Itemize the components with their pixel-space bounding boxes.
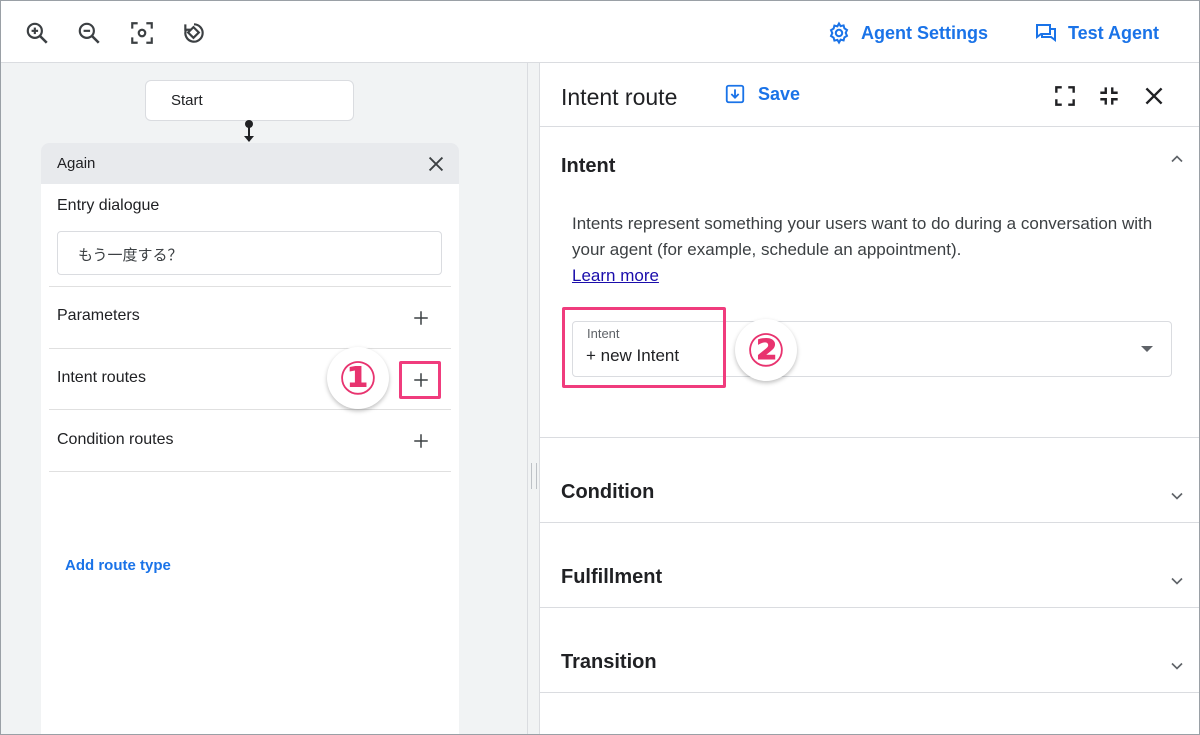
intent-description: Intents represent something your users w… [572,211,1182,289]
expand-icon[interactable] [1052,83,1078,109]
test-agent-button[interactable]: Test Agent [1034,19,1159,47]
chevron-down-icon[interactable] [1167,486,1187,506]
chevron-up-icon[interactable] [1167,149,1187,169]
panel-title: Intent route [561,84,678,110]
intent-description-text: Intents represent something your users w… [572,214,1153,259]
entry-dialogue-label: Entry dialogue [57,197,160,214]
zoom-out-icon[interactable] [73,17,105,49]
chat-icon [1036,24,1056,42]
add-route-type-link[interactable]: Add route type [65,557,171,574]
close-icon[interactable] [1141,83,1167,109]
step-1-badge: ① [327,347,389,409]
divider [540,692,1199,693]
parameters-label: Parameters [57,307,140,324]
divider [49,471,451,472]
divider [49,348,451,349]
save-button[interactable]: Save [724,83,800,105]
page-title: Again [57,155,96,172]
start-node[interactable]: Start [145,80,354,121]
step-2-badge: ② [735,319,797,381]
divider [49,286,451,287]
gear-icon [829,21,849,45]
add-parameter-button[interactable] [409,306,433,330]
step-2-highlight [562,307,726,388]
learn-more-link[interactable]: Learn more [572,266,659,285]
save-icon [725,84,745,104]
chevron-down-icon[interactable] [1167,656,1187,676]
connector-arrow [244,136,254,142]
condition-section-title[interactable]: Condition [561,481,654,504]
collapse-icon[interactable] [1096,83,1122,109]
flow-canvas[interactable]: Start Again Entry dialogue もう一度する？ Param… [1,63,527,734]
step-1-highlight [399,361,441,399]
divider [540,607,1199,608]
divider [540,522,1199,523]
transition-section-title[interactable]: Transition [561,651,657,674]
focus-icon[interactable] [126,17,158,49]
divider [540,437,1199,438]
chevron-down-icon[interactable] [1167,571,1187,591]
zoom-in-icon[interactable] [21,17,53,49]
plus-icon [414,311,428,325]
splitter-grip[interactable] [531,463,537,489]
save-label: Save [758,83,801,104]
app-window: Agent Settings Test Agent Start Again En… [0,0,1200,735]
intent-section-title[interactable]: Intent [561,155,615,178]
intent-route-panel: Intent route Save Intent Intents represe… [540,63,1199,734]
test-agent-label: Test Agent [1068,22,1160,43]
add-condition-route-button[interactable] [409,429,433,453]
divider [49,409,451,410]
intent-routes-label: Intent routes [57,369,146,386]
condition-routes-label: Condition routes [57,431,174,448]
top-toolbar: Agent Settings Test Agent [1,1,1199,63]
divider [540,126,1199,127]
dropdown-arrow-icon [1141,346,1153,352]
agent-settings-button[interactable]: Agent Settings [827,19,988,47]
page-card-header: Again [41,143,459,184]
plus-icon [414,434,428,448]
fulfillment-section-title[interactable]: Fulfillment [561,566,662,589]
rotate-icon[interactable] [178,17,210,49]
panel-splitter[interactable] [527,63,540,734]
close-icon[interactable] [425,153,447,175]
entry-dialogue-field[interactable]: もう一度する？ [57,231,442,275]
page-card[interactable]: Again Entry dialogue もう一度する？ Parameters … [41,143,459,734]
agent-settings-label: Agent Settings [861,22,989,43]
